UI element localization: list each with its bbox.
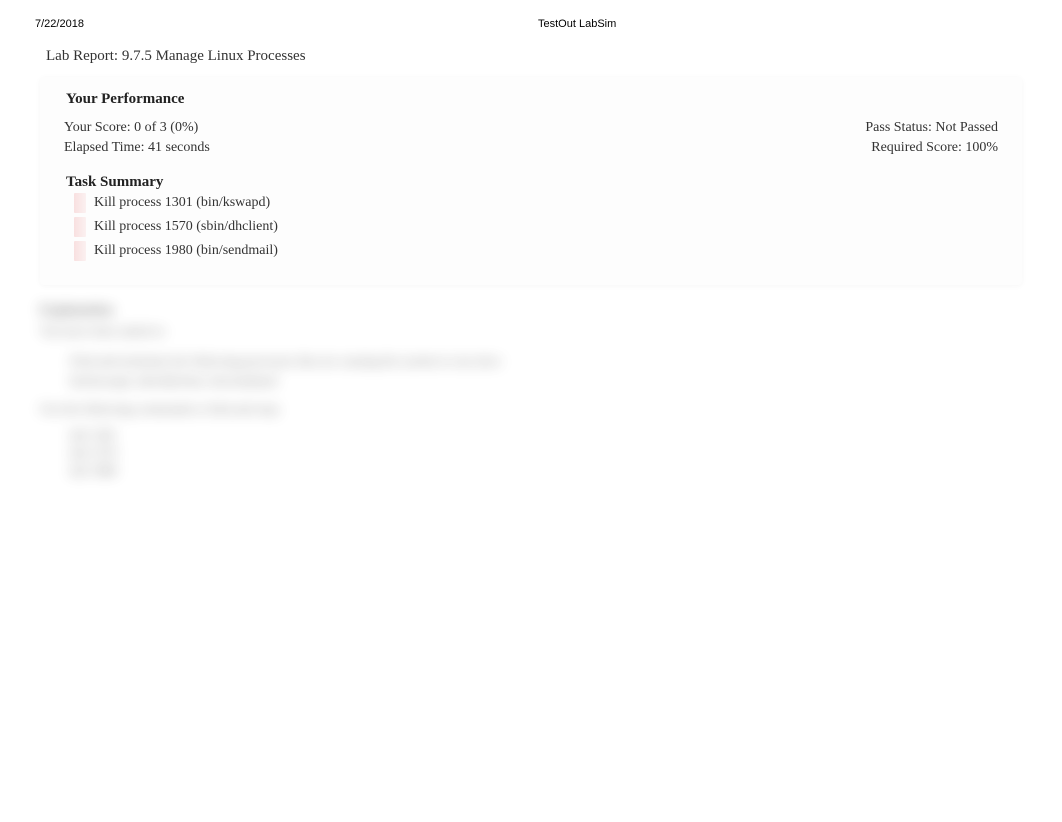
report-title: Lab Report: 9.7.5 Manage Linux Processes <box>46 48 1062 65</box>
report-box: Your Performance Your Score: 0 of 3 (0%)… <box>40 77 1022 285</box>
time-row: Elapsed Time: 41 seconds Required Score:… <box>64 140 998 156</box>
task-text: Kill process 1980 (bin/sendmail) <box>94 243 278 259</box>
your-score: Your Score: 0 of 3 (0%) <box>64 120 198 136</box>
required-score: Required Score: 100% <box>871 140 998 156</box>
blurred-block: Find and terminate the following process… <box>70 353 1062 389</box>
blurred-heading: Explanation <box>40 303 1062 319</box>
task-item: Kill process 1980 (bin/sendmail) <box>74 241 998 261</box>
task-text: Kill process 1570 (sbin/dhclient) <box>94 219 278 235</box>
blurred-cmd-block: kill 1301 kill 1570 kill 1980 <box>70 427 1062 479</box>
task-item: Kill process 1301 (bin/kswapd) <box>74 193 998 213</box>
pass-status: Pass Status: Not Passed <box>865 120 998 136</box>
task-summary-heading: Task Summary <box>66 174 998 191</box>
blurred-cmd: kill 1980 <box>70 463 1062 479</box>
blurred-line: bin/kswapd, sbin/dhclient, bin/sendmail <box>70 373 1062 389</box>
header-app-title: TestOut LabSim <box>538 18 616 30</box>
blurred-subline: You have been asked to: <box>40 323 1062 339</box>
task-item: Kill process 1570 (sbin/dhclient) <box>74 217 998 237</box>
fail-marker-icon <box>74 241 86 261</box>
blurred-line: Find and terminate the following process… <box>70 353 1062 369</box>
task-list: Kill process 1301 (bin/kswapd) Kill proc… <box>74 193 998 261</box>
performance-heading: Your Performance <box>66 91 998 108</box>
elapsed-time: Elapsed Time: 41 seconds <box>64 140 210 156</box>
blurred-para: Use the following commands to find and s… <box>40 401 1062 417</box>
header-date: 7/22/2018 <box>35 18 84 30</box>
blurred-cmd: kill 1301 <box>70 427 1062 443</box>
fail-marker-icon <box>74 193 86 213</box>
blurred-cmd: kill 1570 <box>70 445 1062 461</box>
fail-marker-icon <box>74 217 86 237</box>
score-row: Your Score: 0 of 3 (0%) Pass Status: Not… <box>64 120 998 136</box>
blurred-content: Explanation You have been asked to: Find… <box>40 303 1062 479</box>
task-text: Kill process 1301 (bin/kswapd) <box>94 195 270 211</box>
